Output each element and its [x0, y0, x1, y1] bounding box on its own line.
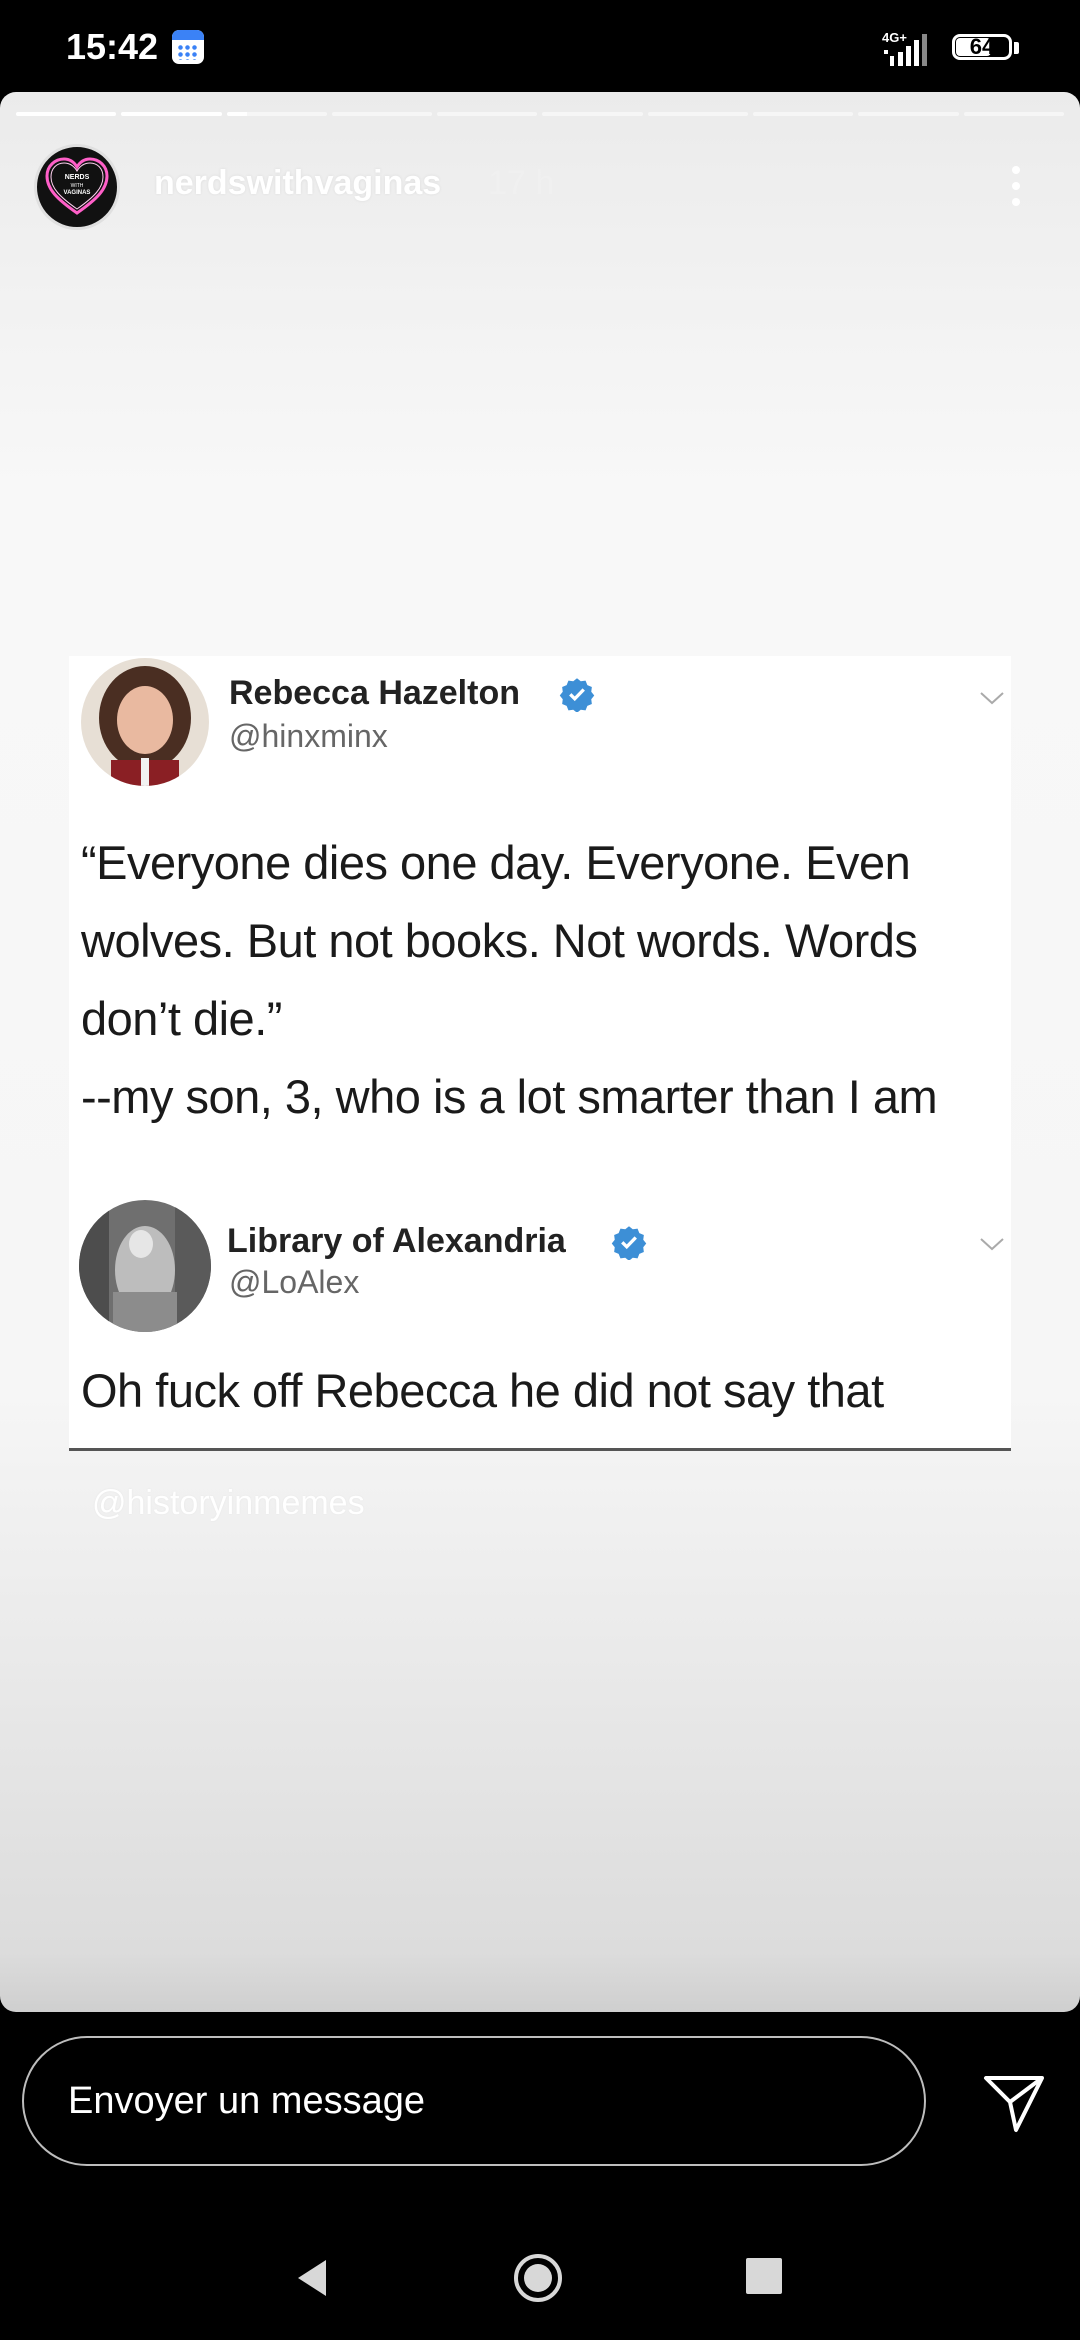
- watermark: @historyinmemes: [92, 1484, 365, 1522]
- story-progress-segment: [437, 112, 538, 116]
- status-time: 15:42: [66, 26, 159, 67]
- tweet-author-name: Rebecca Hazelton: [229, 674, 520, 712]
- story-age: 17 h: [488, 164, 555, 202]
- story-progress-segment: [858, 112, 959, 116]
- svg-text:NERDS: NERDS: [65, 174, 90, 181]
- story-progress-segment: [542, 112, 643, 116]
- story-progress: [16, 112, 1064, 116]
- svg-text:VAGINAS: VAGINAS: [64, 190, 91, 196]
- story-progress-segment: [226, 112, 327, 116]
- status-bar: 15:42 4G+ 64: [0, 0, 1080, 92]
- signal-icon: 4G+: [882, 30, 927, 66]
- story-progress-segment: [121, 112, 222, 116]
- tweet-line: wolves. But not books. Not words. Words: [81, 914, 918, 967]
- story-username[interactable]: nerdswithvaginas: [154, 164, 441, 203]
- story-progress-segment: [331, 112, 433, 116]
- story-progress-segment: [647, 112, 749, 116]
- more-options-icon[interactable]: [1000, 158, 1030, 214]
- tweet-author-handle: @LoAlex: [229, 1264, 360, 1300]
- network-type: 4G+: [882, 30, 907, 45]
- chevron-down-icon: [980, 692, 1004, 705]
- tweet-avatar-library: [79, 1200, 211, 1332]
- story-viewer[interactable]: NERDS WITH VAGINAS nerdswithvaginas 17 h…: [0, 92, 1080, 2012]
- send-icon[interactable]: [982, 2072, 1046, 2136]
- nav-recents-icon[interactable]: [746, 2258, 782, 2294]
- tweet-line: “Everyone dies one day. Everyone. Even: [81, 836, 911, 889]
- tweet-line: Oh fuck off Rebecca he did not say that: [81, 1364, 884, 1417]
- nav-back-icon[interactable]: [292, 2256, 332, 2300]
- profile-avatar[interactable]: NERDS WITH VAGINAS: [34, 144, 120, 230]
- tweet-line: don’t die.”: [81, 992, 282, 1045]
- svg-text:WITH: WITH: [71, 183, 84, 189]
- chevron-down-icon: [980, 1238, 1004, 1251]
- verified-badge-icon: [611, 1226, 647, 1260]
- tweet-author-handle: @hinxminx: [229, 718, 388, 754]
- heart-logo-icon: NERDS WITH VAGINAS: [45, 157, 109, 215]
- story-progress-segment: [16, 112, 117, 116]
- tweet-author-name: Library of Alexandria: [227, 1222, 566, 1260]
- story-progress-segment: [963, 112, 1064, 116]
- tweet-screenshot: Rebecca Hazelton @hinxminx “Everyone die…: [69, 656, 1011, 1451]
- story-progress-segment: [753, 112, 854, 116]
- message-placeholder: Envoyer un message: [68, 2080, 425, 2122]
- battery-percent: 64: [969, 34, 995, 59]
- verified-badge-icon: [559, 678, 595, 712]
- tweet-line: --my son, 3, who is a lot smarter than I…: [81, 1070, 938, 1123]
- message-input[interactable]: Envoyer un message: [22, 2036, 926, 2166]
- nav-home-icon[interactable]: [512, 2252, 564, 2304]
- tweet-avatar-rebecca: [81, 658, 209, 786]
- calendar-icon: [172, 30, 204, 64]
